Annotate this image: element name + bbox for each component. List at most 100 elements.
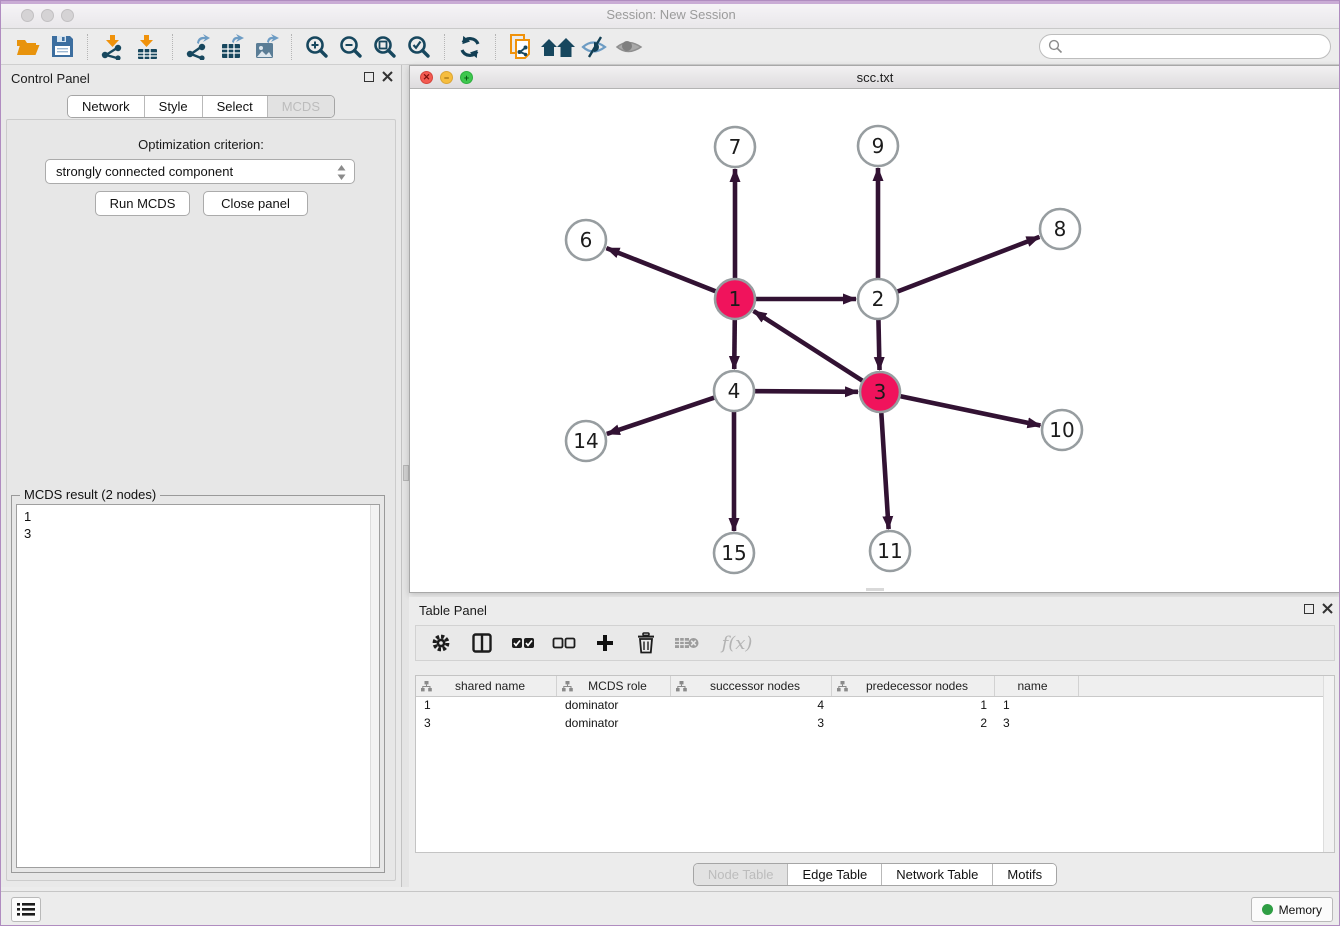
- table-scrollbar[interactable]: [1323, 676, 1334, 852]
- network-window-titlebar[interactable]: ✕ − + scc.txt: [410, 66, 1340, 89]
- import-network-button[interactable]: [96, 32, 130, 62]
- show-columns-button[interactable]: [469, 630, 495, 656]
- graph-node-10[interactable]: 10: [1042, 410, 1082, 450]
- graph-node-9[interactable]: 9: [858, 126, 898, 166]
- delete-row-button[interactable]: [633, 630, 659, 656]
- table-cell[interactable]: 3: [416, 715, 557, 733]
- network-graph: 7 9 6 8 1 2 4 3 14 10 15 11: [410, 89, 1340, 592]
- home-button[interactable]: [538, 32, 578, 62]
- clone-network-button[interactable]: [504, 32, 538, 62]
- select-all-button[interactable]: [510, 630, 536, 656]
- graph-edge-4-14[interactable]: [607, 398, 714, 434]
- run-mcds-button[interactable]: Run MCDS: [95, 191, 190, 216]
- export-image-button[interactable]: [249, 32, 283, 62]
- graph-node-1[interactable]: 1: [715, 279, 755, 319]
- close-panel-icon[interactable]: [382, 71, 393, 82]
- export-network-button[interactable]: [181, 32, 215, 62]
- table-row[interactable]: 1dominator411: [416, 697, 1334, 715]
- graph-edge-4-3[interactable]: [755, 391, 858, 392]
- result-scrollbar[interactable]: [370, 505, 379, 867]
- zoom-out-button[interactable]: [334, 32, 368, 62]
- mcds-result-text: 1 3: [17, 505, 379, 545]
- table-settings-button[interactable]: [428, 630, 454, 656]
- hide-details-button[interactable]: [578, 32, 612, 62]
- graph-edge-3-11[interactable]: [881, 413, 888, 529]
- table-body: 1dominator4113dominator323: [416, 697, 1334, 733]
- tab-style[interactable]: Style: [145, 96, 203, 117]
- table-cell[interactable]: 3: [671, 715, 832, 733]
- graph-edge-1-6[interactable]: [606, 248, 715, 291]
- tab-edge-table[interactable]: Edge Table: [788, 864, 882, 885]
- table-cell[interactable]: 1: [832, 697, 995, 715]
- add-row-button[interactable]: [592, 630, 618, 656]
- save-session-button[interactable]: [45, 32, 79, 62]
- zoom-selected-button[interactable]: [402, 32, 436, 62]
- fx-icon: f(x): [722, 633, 753, 654]
- export-table-button[interactable]: [215, 32, 249, 62]
- eye-icon: [615, 35, 643, 59]
- title-bar[interactable]: Session: New Session: [1, 1, 1340, 29]
- export-table-icon: [219, 34, 245, 60]
- column-tree-icon: [837, 681, 848, 692]
- zoom-in-button[interactable]: [300, 32, 334, 62]
- column-header-name[interactable]: name: [995, 676, 1079, 696]
- tab-network[interactable]: Network: [68, 96, 145, 117]
- tab-network-table[interactable]: Network Table: [882, 864, 993, 885]
- table-cell[interactable]: 1: [995, 697, 1079, 715]
- panel-splitter[interactable]: [401, 65, 409, 887]
- function-builder-button[interactable]: f(x): [715, 630, 759, 656]
- search-input[interactable]: [1063, 39, 1313, 54]
- float-table-panel-icon[interactable]: [1304, 604, 1314, 614]
- table-cell[interactable]: dominator: [557, 715, 671, 733]
- tab-motifs[interactable]: Motifs: [993, 864, 1056, 885]
- graph-node-8[interactable]: 8: [1040, 209, 1080, 249]
- memory-button[interactable]: Memory: [1251, 897, 1333, 922]
- import-table-button[interactable]: [130, 32, 164, 62]
- open-session-button[interactable]: [11, 32, 45, 62]
- close-table-panel-icon[interactable]: [1322, 603, 1333, 614]
- table-cell[interactable]: dominator: [557, 697, 671, 715]
- graph-node-14[interactable]: 14: [566, 421, 606, 461]
- graph-edge-2-3[interactable]: [878, 320, 879, 370]
- criterion-dropdown[interactable]: strongly connected component: [45, 159, 355, 184]
- show-details-button[interactable]: [612, 32, 646, 62]
- gear-icon: [430, 632, 452, 654]
- graph-node-15[interactable]: 15: [714, 533, 754, 573]
- table-toolbar: f(x): [415, 625, 1335, 661]
- graph-edge-3-1[interactable]: [754, 311, 863, 381]
- export-image-icon: [253, 34, 279, 60]
- delete-table-button[interactable]: [674, 630, 700, 656]
- tab-select[interactable]: Select: [203, 96, 268, 117]
- refresh-button[interactable]: [453, 32, 487, 62]
- network-canvas[interactable]: 7 9 6 8 1 2 4 3 14 10 15 11: [410, 89, 1340, 592]
- graph-node-7[interactable]: 7: [715, 127, 755, 167]
- graph-node-6[interactable]: 6: [566, 220, 606, 260]
- tab-node-table[interactable]: Node Table: [694, 864, 789, 885]
- import-table-icon: [134, 34, 160, 60]
- graph-edge-3-10[interactable]: [901, 396, 1041, 425]
- table-row[interactable]: 3dominator323: [416, 715, 1334, 733]
- task-history-button[interactable]: [11, 897, 41, 922]
- table-cell[interactable]: 3: [995, 715, 1079, 733]
- graph-edge-2-8[interactable]: [898, 237, 1040, 292]
- table-cell[interactable]: 4: [671, 697, 832, 715]
- column-header-MCDS-role[interactable]: MCDS role: [557, 676, 671, 696]
- table-cell[interactable]: 1: [416, 697, 557, 715]
- canvas-resize-grip[interactable]: [866, 588, 884, 591]
- table-cell[interactable]: 2: [832, 715, 995, 733]
- float-panel-icon[interactable]: [364, 72, 374, 82]
- mcds-result-box[interactable]: 1 3: [16, 504, 380, 868]
- graph-edge-1-4[interactable]: [734, 320, 735, 369]
- column-header-shared-name[interactable]: shared name: [416, 676, 557, 696]
- column-header-successor-nodes[interactable]: successor nodes: [671, 676, 832, 696]
- tab-mcds[interactable]: MCDS: [268, 96, 334, 117]
- graph-node-11[interactable]: 11: [870, 531, 910, 571]
- close-panel-button[interactable]: Close panel: [203, 191, 308, 216]
- zoom-fit-button[interactable]: [368, 32, 402, 62]
- search-field[interactable]: [1039, 34, 1331, 59]
- column-header-predecessor-nodes[interactable]: predecessor nodes: [832, 676, 995, 696]
- graph-node-2[interactable]: 2: [858, 279, 898, 319]
- graph-node-4[interactable]: 4: [714, 371, 754, 411]
- deselect-all-button[interactable]: [551, 630, 577, 656]
- graph-node-3[interactable]: 3: [860, 372, 900, 412]
